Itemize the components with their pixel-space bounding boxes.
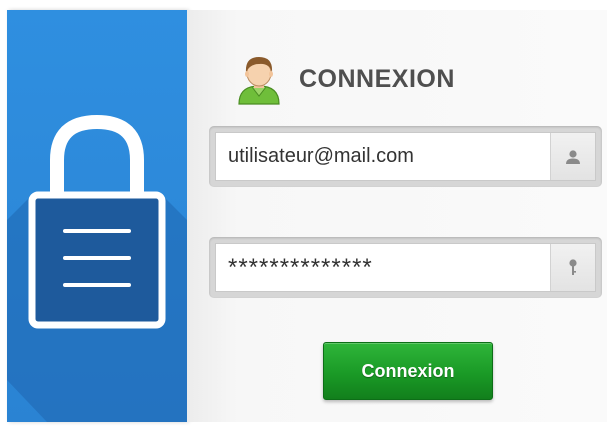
email-field xyxy=(209,126,602,187)
password-field-box xyxy=(215,243,596,292)
user-icon xyxy=(550,133,595,180)
form-header: CONNEXION xyxy=(235,52,455,106)
key-icon xyxy=(550,244,595,291)
login-screen: CONNEXION utilisateur@mail.com *********… xyxy=(0,0,611,428)
login-form: CONNEXION utilisateur@mail.com *********… xyxy=(187,10,607,422)
lock-panel xyxy=(7,10,187,422)
page-title: CONNEXION xyxy=(299,64,455,93)
password-field xyxy=(209,237,602,298)
user-avatar-icon xyxy=(238,57,280,105)
password-input[interactable] xyxy=(216,244,550,291)
email-input[interactable] xyxy=(216,133,550,180)
padlock-icon xyxy=(7,114,187,422)
email-field-box xyxy=(215,132,596,181)
connexion-button[interactable]: Connexion xyxy=(323,342,493,400)
